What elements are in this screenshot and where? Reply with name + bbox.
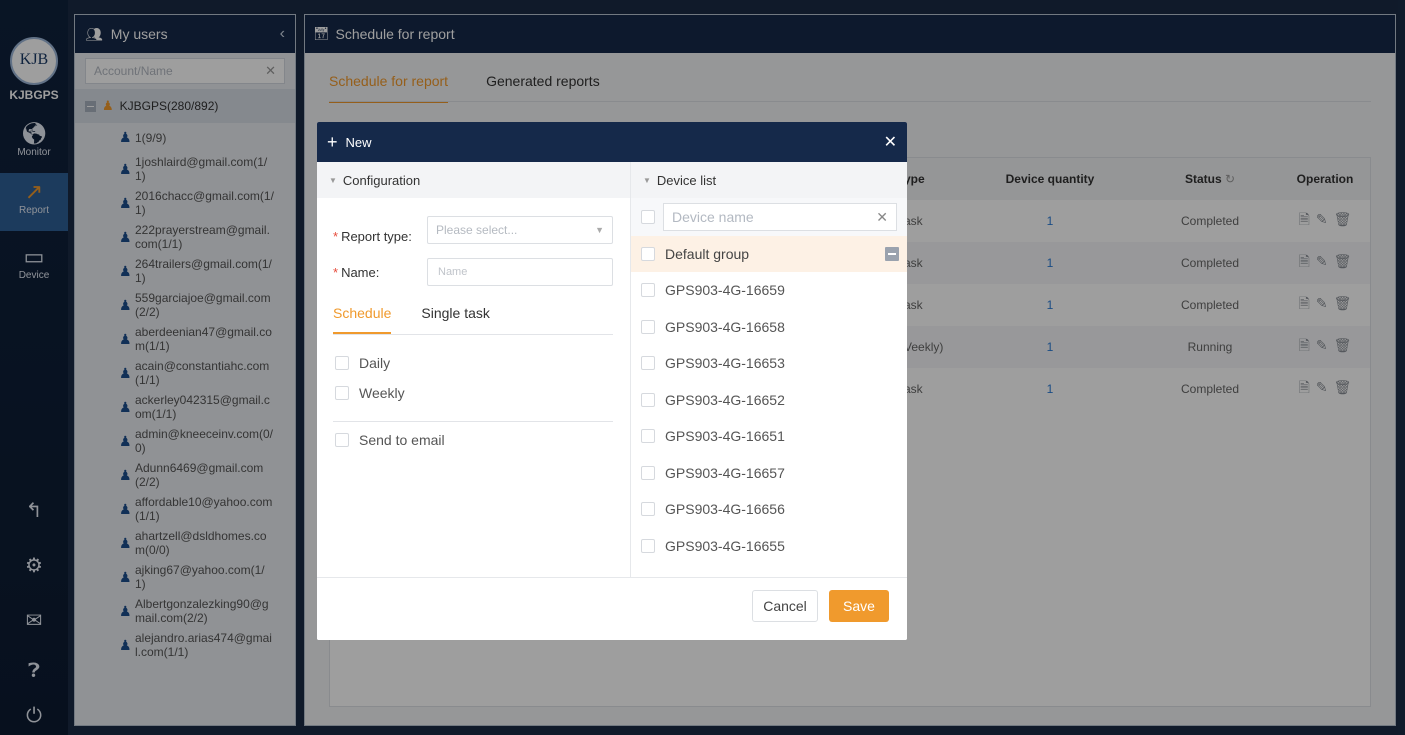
daily-checkbox[interactable]: Daily: [335, 355, 390, 371]
name-label: Name:: [341, 264, 380, 280]
name-input[interactable]: Name: [427, 258, 613, 286]
daily-label: Daily: [359, 355, 391, 371]
dialog-footer: Cancel Save: [317, 577, 907, 640]
divider: [333, 421, 613, 422]
configuration-header[interactable]: ▼ Configuration: [317, 162, 630, 198]
device-list-item[interactable]: GPS903-4G-16651: [641, 428, 785, 444]
caret-down-icon: ▼: [329, 175, 337, 185]
send-email-label: Send to email: [359, 432, 445, 448]
device-list-header[interactable]: ▼ Device list: [631, 162, 907, 198]
report-type-label: Report type:: [341, 228, 412, 244]
plus-icon: +: [327, 131, 338, 152]
configuration-title: Configuration: [342, 172, 421, 188]
device-list-item[interactable]: GPS903-4G-16652: [641, 392, 785, 408]
default-group-row[interactable]: Default group: [631, 236, 907, 272]
device-checkbox[interactable]: [641, 538, 655, 553]
configuration-section: ▼ Configuration * Report type: Please se…: [317, 162, 630, 577]
device-search-row: Device name ✕: [631, 198, 907, 236]
device-checkbox[interactable]: [641, 429, 655, 443]
device-name: GPS903-4G-16657: [665, 464, 785, 481]
device-checkbox[interactable]: [641, 392, 655, 407]
required-mark: *: [333, 228, 339, 244]
device-list-section: ▼ Device list Device name ✕ Default grou…: [630, 162, 907, 577]
weekly-label: Weekly: [359, 385, 405, 401]
device-list-item[interactable]: GPS903-4G-16655: [641, 538, 785, 554]
checkbox-box[interactable]: [335, 386, 349, 400]
device-name: GPS903-4G-16653: [665, 355, 785, 371]
device-name: GPS903-4G-16658: [665, 318, 785, 335]
device-name: GPS903-4G-16659: [665, 282, 785, 298]
cancel-button[interactable]: Cancel: [752, 590, 818, 622]
send-email-checkbox[interactable]: Send to email: [335, 432, 445, 448]
device-checkbox[interactable]: [641, 465, 655, 480]
device-search-placeholder: Device name: [672, 209, 754, 225]
group-checkbox[interactable]: [641, 247, 655, 261]
device-list-item[interactable]: GPS903-4G-16656: [641, 501, 785, 517]
name-placeholder: Name: [438, 266, 468, 278]
close-icon[interactable]: ✕: [884, 132, 897, 152]
device-name: GPS903-4G-16655: [665, 537, 785, 554]
tab-schedule[interactable]: Schedule: [333, 305, 392, 334]
device-checkbox[interactable]: [641, 502, 655, 516]
device-checkbox[interactable]: [641, 283, 655, 297]
checkbox-box[interactable]: [335, 433, 349, 447]
report-type-row: * Report type:: [333, 222, 412, 250]
dialog-header: + New ✕: [317, 122, 907, 162]
device-search-input[interactable]: Device name ✕: [663, 203, 897, 231]
save-button[interactable]: Save: [829, 590, 889, 622]
tab-single-task[interactable]: Single task: [421, 305, 489, 334]
device-name: GPS903-4G-16651: [665, 428, 785, 444]
checkbox-box[interactable]: [335, 356, 349, 370]
device-name: GPS903-4G-16656: [665, 501, 785, 517]
caret-down-icon: ▼: [643, 175, 651, 185]
report-type-placeholder: Please select...: [436, 223, 518, 237]
name-row: * Name:: [333, 258, 379, 286]
device-name: GPS903-4G-16652: [665, 391, 785, 408]
device-checkbox[interactable]: [641, 319, 655, 334]
device-list-item[interactable]: GPS903-4G-16658: [641, 319, 785, 335]
device-list-item[interactable]: GPS903-4G-16653: [641, 355, 785, 371]
device-list-title: Device list: [656, 172, 717, 188]
schedule-type-tabs: Schedule Single task: [333, 305, 613, 335]
clear-icon[interactable]: ✕: [876, 209, 888, 226]
required-mark: *: [333, 264, 339, 280]
report-type-select[interactable]: Please select... ▼: [427, 216, 613, 244]
select-all-checkbox[interactable]: [641, 210, 655, 224]
dialog-title: New: [345, 134, 372, 150]
collapse-group-icon[interactable]: [885, 247, 899, 261]
device-list-item[interactable]: GPS903-4G-16657: [641, 465, 785, 481]
device-list-item[interactable]: GPS903-4G-16659: [641, 282, 785, 298]
weekly-checkbox[interactable]: Weekly: [335, 385, 405, 401]
device-checkbox[interactable]: [641, 356, 655, 370]
default-group-label: Default group: [665, 246, 750, 262]
chevron-down-icon: ▼: [595, 225, 604, 235]
new-schedule-dialog: + New ✕ ▼ Configuration * Report type: P…: [317, 122, 907, 640]
